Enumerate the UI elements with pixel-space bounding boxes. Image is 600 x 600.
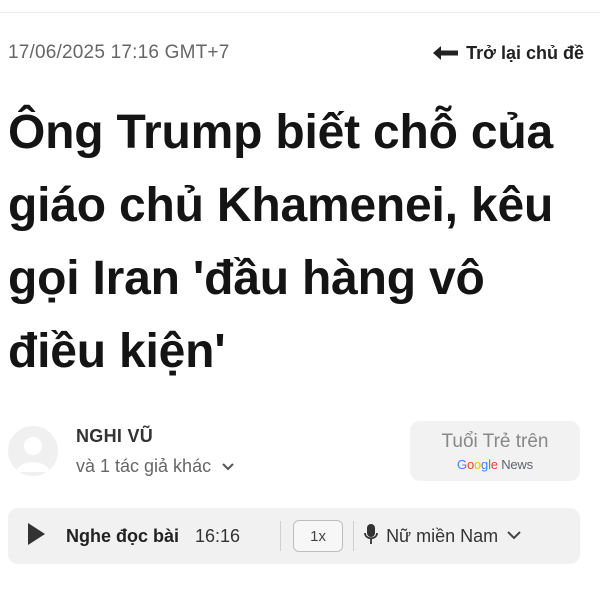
chevron-down-icon [221,456,235,477]
follow-on-google-news-button[interactable]: Tuổi Trẻ trên Google News [410,421,580,481]
author-row: NGHI VŨ và 1 tác giả khác Tuổi Trẻ trên … [8,418,580,484]
user-avatar-icon[interactable] [8,426,58,476]
arrow-left-icon [432,45,459,61]
microphone-icon [364,523,378,550]
google-logo-letter: g [481,456,489,472]
top-divider [0,12,600,13]
follow-label: Tuổi Trẻ trên [441,430,549,452]
google-logo-letter: o [474,456,482,472]
google-logo-letter: e [490,456,498,472]
voice-select[interactable]: Nữ miền Nam [364,523,522,550]
chevron-down-icon [506,527,522,545]
voice-label: Nữ miền Nam [386,525,499,546]
google-news-logo: Google News [457,457,533,472]
news-logo-text: News [501,456,533,472]
play-button[interactable] [8,508,64,564]
article-headline: Ông Trump biết chỗ của giáo chủ Khamenei… [8,106,554,378]
other-authors-label: và 1 tác giả khác [76,456,212,476]
divider [353,521,355,551]
playback-speed-button[interactable]: 1x [293,520,344,552]
google-logo-letter: G [457,456,467,472]
publish-timestamp: 17/06/2025 17:16 GMT+7 [8,42,230,63]
audio-duration: 16:16 [195,525,241,546]
author-name[interactable]: NGHI VŨ [76,426,153,447]
google-logo-letter: o [466,456,474,472]
divider [280,521,282,551]
listen-label: Nghe đọc bài [66,525,180,546]
back-to-topic-link[interactable]: Trở lại chủ đề [432,43,584,64]
other-authors-toggle[interactable]: và 1 tác giả khác [76,456,235,477]
play-icon [26,522,46,551]
meta-row: 17/06/2025 17:16 GMT+7 Trở lại chủ đề [8,40,584,66]
back-to-topic-label: Trở lại chủ đề [466,42,584,63]
audio-player: Nghe đọc bài 16:16 1x Nữ miền Nam [8,508,580,564]
